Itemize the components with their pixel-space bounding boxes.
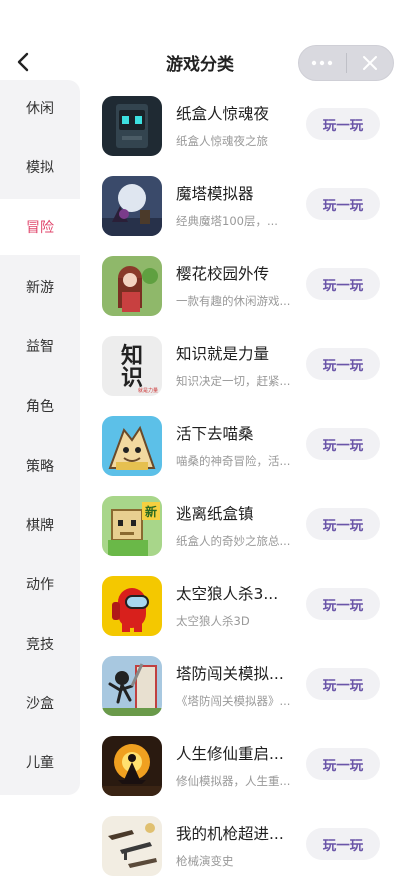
- game-name: 樱花校园外传: [176, 265, 270, 283]
- category-item[interactable]: 沙盒: [0, 675, 80, 731]
- game-desc: 一款有趣的休闲游戏...: [176, 294, 291, 308]
- more-button[interactable]: [299, 45, 346, 81]
- game-icon-tower-defense: [102, 656, 162, 716]
- play-button[interactable]: 玩一玩: [306, 428, 380, 460]
- game-desc: 修仙模拟器，人生重...: [176, 774, 291, 788]
- game-icon-cultivation-restart: [102, 736, 162, 796]
- game-desc: 《塔防闯关模拟器》...: [176, 694, 291, 708]
- game-row[interactable]: 人生修仙重启... 修仙模拟器，人生重... 玩一玩: [80, 720, 400, 800]
- category-item[interactable]: 棋牌: [0, 497, 80, 553]
- game-icon-escape-cardboard: 新: [102, 496, 162, 556]
- game-icon-machine-gun: [102, 816, 162, 876]
- game-desc: 知识决定一切，赶紧...: [176, 374, 291, 388]
- miniapp-capsule: [298, 45, 394, 81]
- category-sidebar: 休闲 模拟 冒险 新游 益智 角色 策略 棋牌 动作 竞技 沙盒 儿童: [0, 80, 80, 795]
- game-icon-cardboard-night: [102, 96, 162, 156]
- game-row[interactable]: 塔防闯关模拟... 《塔防闯关模拟器》... 玩一玩: [80, 640, 400, 720]
- category-item[interactable]: 竞技: [0, 616, 80, 672]
- play-button[interactable]: 玩一玩: [306, 828, 380, 860]
- nav-header: 游戏分类: [0, 0, 400, 81]
- category-item[interactable]: 动作: [0, 556, 80, 612]
- category-item[interactable]: 模拟: [0, 139, 80, 195]
- play-button[interactable]: 玩一玩: [306, 508, 380, 540]
- game-icon-space-werewolf: [102, 576, 162, 636]
- game-icon-sakura-school: [102, 256, 162, 316]
- game-desc: 纸盒人的奇妙之旅总...: [176, 534, 291, 548]
- close-button[interactable]: [346, 45, 393, 81]
- game-name: 纸盒人惊魂夜: [176, 105, 270, 123]
- game-name: 人生修仙重启...: [176, 745, 284, 763]
- game-desc: 太空狼人杀3D: [176, 614, 250, 628]
- play-button[interactable]: 玩一玩: [306, 268, 380, 300]
- game-row[interactable]: 樱花校园外传 一款有趣的休闲游戏... 玩一玩: [80, 240, 400, 320]
- game-row[interactable]: 魔塔模拟器 经典魔塔100层，... 玩一玩: [80, 160, 400, 240]
- category-item[interactable]: 儿童: [0, 734, 80, 790]
- play-button[interactable]: 玩一玩: [306, 188, 380, 220]
- logo-badge-char: 新: [145, 504, 157, 519]
- game-row[interactable]: 我的机枪超进... 枪械演变史 玩一玩: [80, 800, 400, 880]
- game-name: 太空狼人杀3...: [176, 585, 279, 603]
- play-button[interactable]: 玩一玩: [306, 348, 380, 380]
- game-row[interactable]: 太空狼人杀3... 太空狼人杀3D 玩一玩: [80, 560, 400, 640]
- category-item[interactable]: 休闲: [0, 80, 80, 136]
- category-item[interactable]: 新游: [0, 259, 80, 315]
- game-desc: 喵桑的神奇冒险，活...: [176, 454, 291, 468]
- game-name: 逃离纸盒镇: [176, 505, 254, 523]
- play-button[interactable]: 玩一玩: [306, 588, 380, 620]
- game-row[interactable]: 新 逃离纸盒镇 纸盒人的奇妙之旅总... 玩一玩: [80, 480, 400, 560]
- game-name: 知识就是力量: [176, 345, 270, 363]
- play-button[interactable]: 玩一玩: [306, 748, 380, 780]
- game-icon-survive-meowsan: [102, 416, 162, 476]
- game-name: 活下去喵桑: [176, 425, 254, 443]
- game-name: 塔防闯关模拟...: [176, 665, 284, 683]
- game-icon-magic-tower: [102, 176, 162, 236]
- category-item[interactable]: 角色: [0, 378, 80, 434]
- game-desc: 纸盒人惊魂夜之旅: [176, 134, 268, 148]
- game-name: 我的机枪超进...: [176, 825, 284, 843]
- play-button[interactable]: 玩一玩: [306, 668, 380, 700]
- close-icon: [362, 56, 377, 70]
- game-row[interactable]: 纸盒人惊魂夜 纸盒人惊魂夜之旅 玩一玩: [80, 80, 400, 160]
- game-row[interactable]: 活下去喵桑 喵桑的神奇冒险，活... 玩一玩: [80, 400, 400, 480]
- category-item-active[interactable]: 冒险: [0, 199, 80, 255]
- category-item[interactable]: 策略: [0, 438, 80, 494]
- game-name: 魔塔模拟器: [176, 185, 254, 203]
- play-button[interactable]: 玩一玩: [306, 108, 380, 140]
- game-desc: 枪械演变史: [176, 854, 234, 868]
- category-item[interactable]: 益智: [0, 318, 80, 374]
- game-icon-knowledge-power: 知 识 就是力量: [102, 336, 162, 396]
- game-desc: 经典魔塔100层，...: [176, 214, 278, 228]
- logo-tag: 就是力量: [138, 387, 158, 394]
- more-dots-icon: [312, 60, 333, 66]
- game-row[interactable]: 知 识 就是力量 知识就是力量 知识决定一切，赶紧... 玩一玩: [80, 320, 400, 400]
